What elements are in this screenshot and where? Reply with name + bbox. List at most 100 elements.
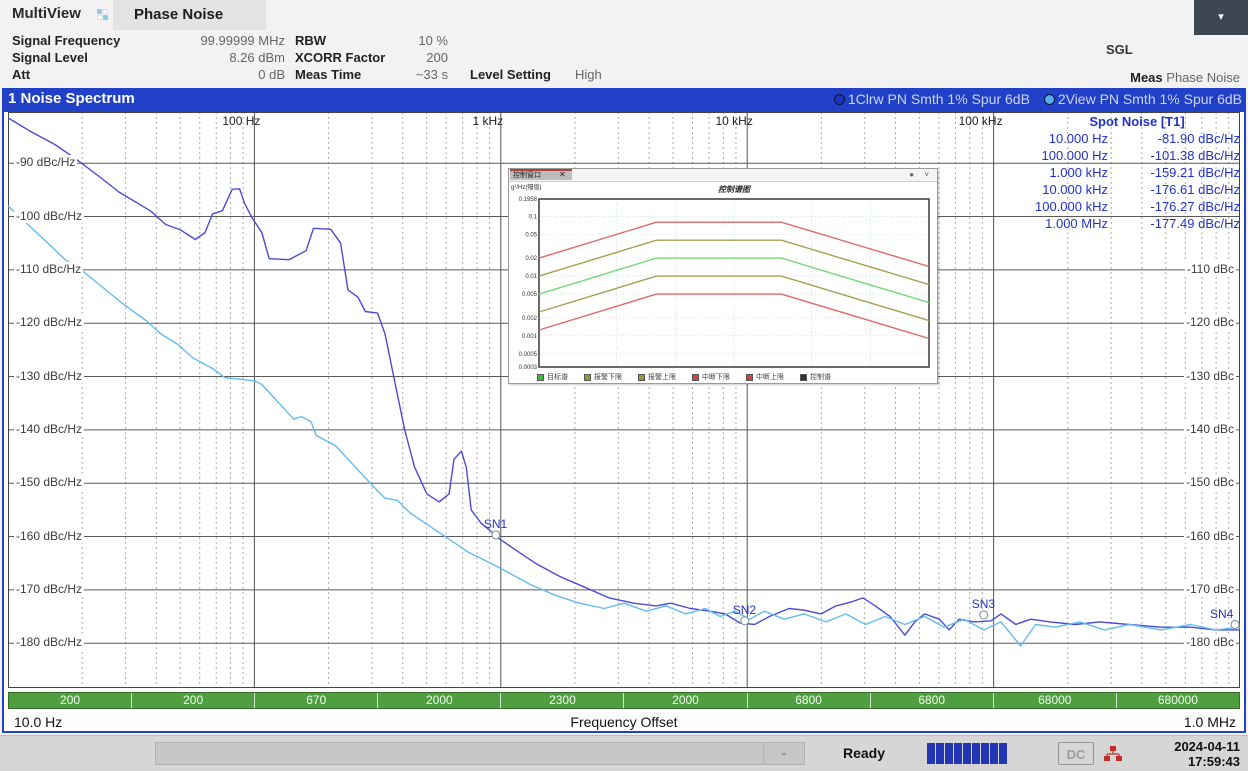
progress-segment xyxy=(927,743,935,764)
trace-legend: 1Clrw PN Smth 1% Spur 6dB 2View PN Smth … xyxy=(824,88,1242,110)
segment-count: 6800 xyxy=(748,693,871,708)
overlay-chart-title: 控制谱图 xyxy=(718,185,752,194)
legend-swatch-icon xyxy=(638,374,645,381)
spot-noise-value: -177.49 dBc/Hz xyxy=(1108,215,1240,232)
segment-count: 6800 xyxy=(871,693,994,708)
time-text: 17:59:43 xyxy=(1174,754,1240,769)
legend-swatch-icon xyxy=(584,374,591,381)
overlay-legend-item: 报警下限 xyxy=(584,372,622,382)
spot-noise-row: 1.000 MHz-177.49 dBc/Hz xyxy=(998,215,1240,232)
field-value: 10 % xyxy=(380,33,448,48)
lan-network-icon xyxy=(1104,746,1122,762)
close-icon[interactable]: ✕ xyxy=(559,170,566,180)
spot-noise-value: -81.90 dBc/Hz xyxy=(1108,130,1240,147)
trace-2-label: 2View PN Smth 1% Spur 6dB xyxy=(1058,91,1242,107)
overlay-legend: 目标谱报警下限报警上限中断下限中断上限控制谱 xyxy=(537,371,831,383)
field-label: Att xyxy=(12,67,30,82)
marker-sn4-icon xyxy=(1231,621,1239,629)
top-tab-bar: MultiView Phase Noise ▾ xyxy=(0,0,1248,30)
legend-label: 目标谱 xyxy=(547,372,568,382)
chevron-down-icon: ▾ xyxy=(1218,11,1224,23)
field-label: Meas Time xyxy=(295,67,361,82)
trace-1-label: 1Clrw PN Smth 1% Spur 6dB xyxy=(848,91,1030,107)
progress-segment xyxy=(963,743,971,764)
overlay-legend-item: 目标谱 xyxy=(537,372,568,382)
tab-multiview[interactable]: MultiView xyxy=(12,5,81,22)
segment-count: 200 xyxy=(9,693,132,708)
spot-noise-value: -159.21 dBc/Hz xyxy=(1108,164,1240,181)
overlay-y-axis-label: g²/Hz(幅值) xyxy=(511,183,541,191)
legend-label: 报警上限 xyxy=(648,372,676,382)
overlay-y-tick: 0.0005 xyxy=(519,352,538,358)
field-value: High xyxy=(575,67,635,82)
single-sweep-indicator: SGL xyxy=(1106,42,1133,57)
phase-noise-analyzer-app: MultiView Phase Noise ▾ Signal Frequency… xyxy=(0,0,1248,770)
x-axis-strip: 10.0 Hz Frequency Offset 1.0 MHz xyxy=(8,712,1240,731)
date-text: 2024-04-11 xyxy=(1174,739,1240,754)
segment-count: 2300 xyxy=(501,693,624,708)
segment-count: 200 xyxy=(132,693,255,708)
legend-swatch-icon xyxy=(692,374,699,381)
overlay-legend-item: 中断下限 xyxy=(692,372,730,382)
multiview-grid-icon xyxy=(97,9,109,21)
segment-count: 680000 xyxy=(1117,693,1239,708)
spot-noise-frequency: 100.000 kHz xyxy=(998,198,1108,215)
legend-label: 报警下限 xyxy=(594,372,622,382)
spot-noise-frequency: 10.000 kHz xyxy=(998,181,1108,198)
segment-count: 670 xyxy=(255,693,378,708)
overlay-corner-icons[interactable]: ● ˅ xyxy=(909,169,933,181)
progress-segment xyxy=(954,743,962,764)
trace-2-legend[interactable]: 2View PN Smth 1% Spur 6dB xyxy=(1044,91,1242,107)
spot-noise-title: Spot Noise [T1] xyxy=(998,114,1240,129)
trace-1-dot-icon xyxy=(834,94,845,105)
overlay-app-window[interactable]: 控制窗口 ✕ ● ˅ 控制谱图g²/Hz(幅值)0.19580.10.050.0… xyxy=(508,168,938,384)
overlay-y-tick: 0.05 xyxy=(525,232,537,238)
spot-noise-frequency: 1.000 kHz xyxy=(998,164,1108,181)
field-label: Level Setting xyxy=(470,67,551,82)
progress-segment xyxy=(999,743,1007,764)
meas-label: Meas xyxy=(1130,70,1163,85)
chevron-down-icon: ⌄ xyxy=(780,747,788,758)
marker-sn1-icon xyxy=(492,531,500,539)
spot-noise-value: -176.27 dBc/Hz xyxy=(1108,198,1240,215)
overlay-y-tick: 0.1958 xyxy=(519,197,538,203)
status-message-field: ⌄ xyxy=(155,742,805,765)
datetime-display: 2024-04-11 17:59:43 xyxy=(1174,739,1240,769)
spot-noise-row: 100.000 kHz-176.27 dBc/Hz xyxy=(998,198,1240,215)
status-bar: ⌄ Ready DC 2024-04-11 17:59:43 xyxy=(0,735,1248,771)
x-axis-end-label: 1.0 MHz xyxy=(1184,714,1236,730)
tab-phase-noise[interactable]: Phase Noise xyxy=(113,0,266,30)
spot-noise-frequency: 1.000 MHz xyxy=(998,215,1108,232)
overlay-legend-item: 控制谱 xyxy=(800,372,831,382)
field-label: Signal Frequency xyxy=(12,33,120,48)
spot-noise-row: 10.000 kHz-176.61 dBc/Hz xyxy=(998,181,1240,198)
spot-noise-frequency: 10.000 Hz xyxy=(998,130,1108,147)
overlay-y-tick: 0.001 xyxy=(522,334,538,340)
chart-title: 1 Noise Spectrum xyxy=(8,88,135,110)
meas-mode-indicator: Meas Phase Noise xyxy=(1130,70,1240,85)
legend-label: 中断下限 xyxy=(702,372,730,382)
segment-count-bar: 2002006702000230020006800680068000680000 xyxy=(8,692,1240,709)
segment-count: 2000 xyxy=(378,693,501,708)
spot-noise-value: -176.61 dBc/Hz xyxy=(1108,181,1240,198)
spot-noise-frequency: 100.000 Hz xyxy=(998,147,1108,164)
progress-segment xyxy=(990,743,998,764)
trace-1-legend[interactable]: 1Clrw PN Smth 1% Spur 6dB xyxy=(834,91,1030,107)
noise-spectrum-window: -90 dBc/Hz-100 dBc/Hz-110 dBc/Hz-110 dBc… xyxy=(2,110,1246,733)
field-label: XCORR Factor xyxy=(295,50,385,65)
status-expand-button[interactable]: ⌄ xyxy=(763,743,804,764)
overlay-profile-chart: 控制谱图g²/Hz(幅值)0.19580.10.050.020.010.0050… xyxy=(509,181,939,371)
measurement-progress-bar xyxy=(927,743,1007,764)
field-value: 200 xyxy=(380,50,448,65)
progress-segment xyxy=(972,743,980,764)
x-axis-title: Frequency Offset xyxy=(8,714,1240,730)
marker-sn2-icon xyxy=(741,617,749,625)
field-label: RBW xyxy=(295,33,326,48)
spot-noise-table: Spot Noise [T1] 10.000 Hz-81.90 dBc/Hz10… xyxy=(998,114,1240,232)
measurement-settings-header: Signal Frequency 99.99999 MHz Signal Lev… xyxy=(0,30,1248,88)
meas-value: Phase Noise xyxy=(1166,70,1240,85)
spot-noise-value: -101.38 dBc/Hz xyxy=(1108,147,1240,164)
field-value: ~33 s xyxy=(380,67,448,82)
legend-label: 控制谱 xyxy=(810,372,831,382)
overlay-y-tick: 0.002 xyxy=(522,316,538,322)
